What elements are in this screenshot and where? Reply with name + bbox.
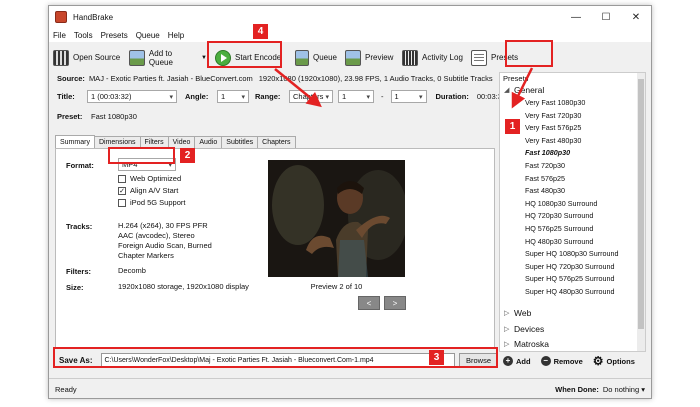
- arrow-presets: [511, 67, 534, 109]
- arrow-start-encode: [274, 68, 322, 108]
- step-badge-2: 2: [180, 148, 195, 163]
- step-badge-3: 3: [429, 350, 444, 365]
- step-badge-4: 4: [253, 24, 268, 39]
- annotation-arrows: [274, 67, 534, 109]
- step-badge-1: 1: [505, 119, 520, 134]
